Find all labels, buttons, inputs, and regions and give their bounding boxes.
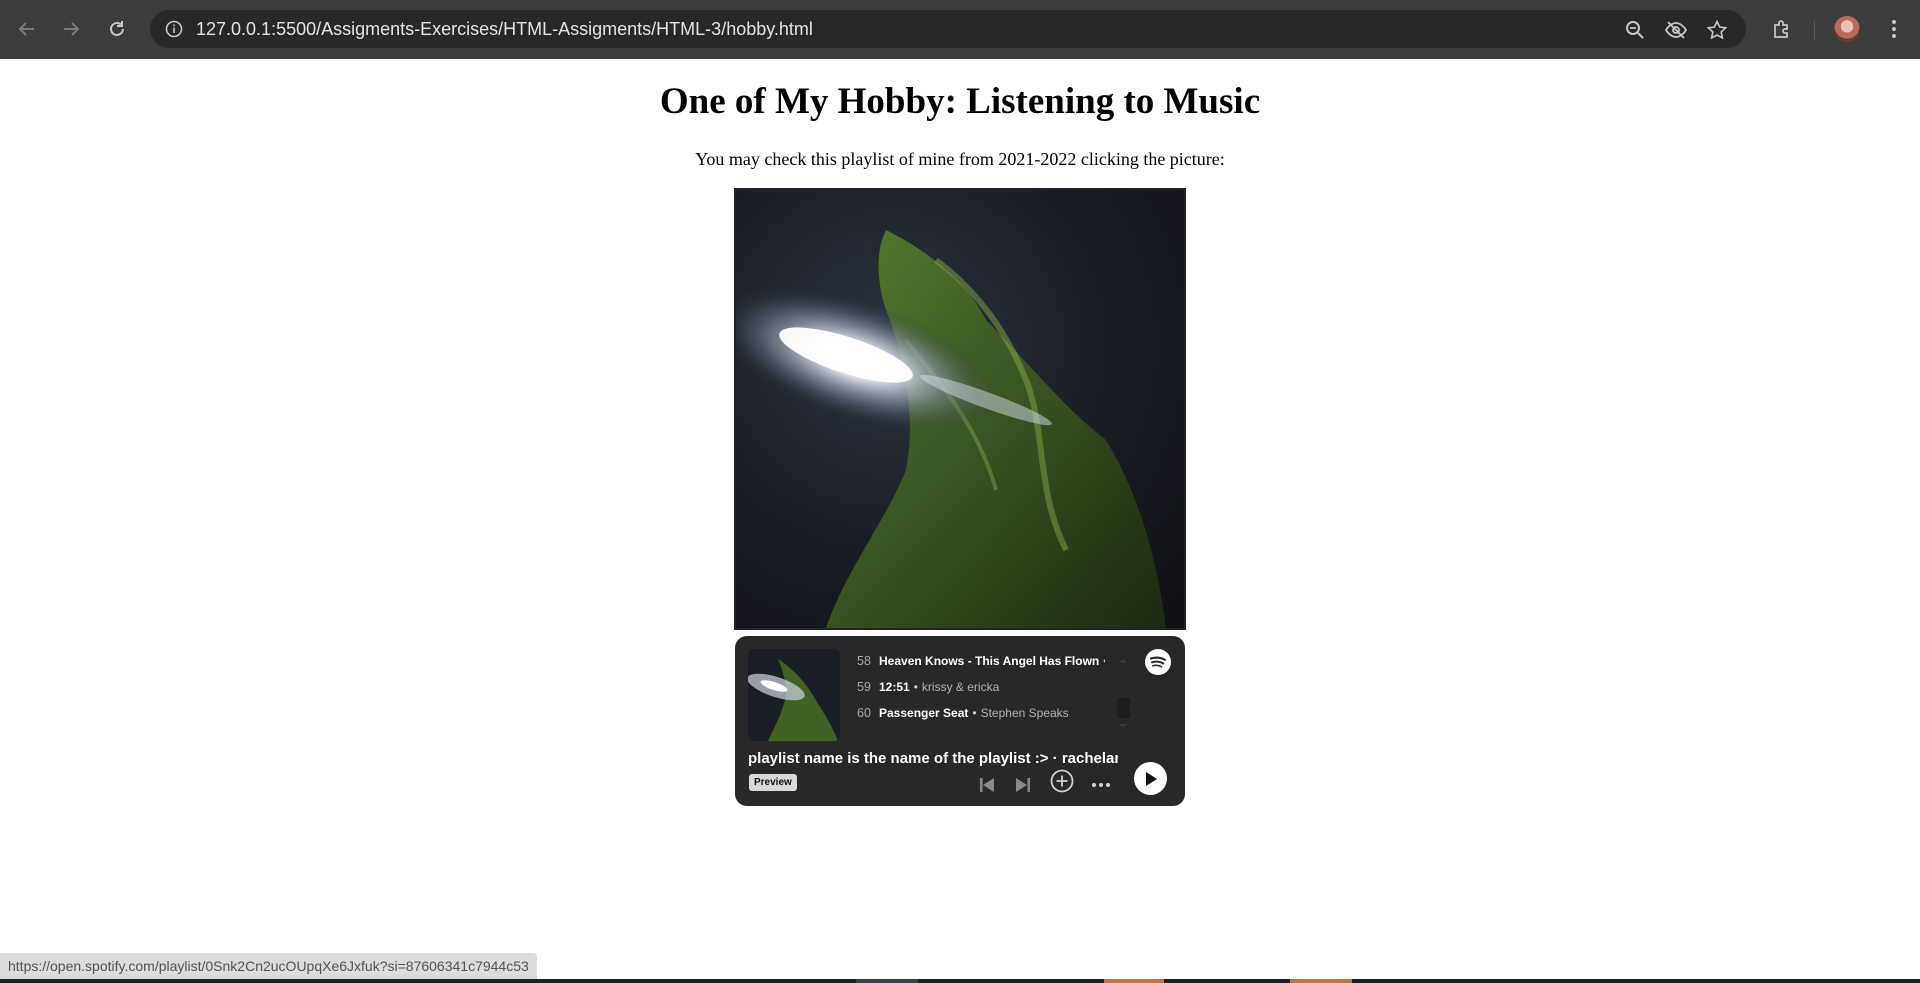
puzzle-icon[interactable] [1768,15,1796,43]
zoom-icon[interactable] [1624,19,1646,41]
track-row[interactable]: 58Heaven Knows - This Angel Has Flown•… [857,654,1123,676]
skip-back-icon [980,778,994,792]
back-button[interactable] [12,14,42,44]
track-list-scrollbar[interactable] [1117,698,1130,718]
spotify-logo-icon[interactable] [1145,649,1171,675]
track-title: Passenger Seat [879,706,969,720]
track-title: 12:51 [879,680,910,694]
reload-button[interactable] [102,14,132,44]
embed-cover-thumbnail[interactable] [748,649,840,741]
page-title: One of My Hobby: Listening to Music [659,81,1261,122]
separator-dot: • [972,706,977,720]
add-to-library-button[interactable] [1049,768,1075,794]
taskbar-strip [0,979,1920,983]
more-dots-icon [1092,783,1110,787]
track-artist: krissy & ericka [921,680,1000,694]
separator-dot: • [913,680,918,694]
reload-icon [110,21,124,36]
arrow-left-icon [18,22,34,36]
status-bar-link-preview: https://open.spotify.com/playlist/0Snk2C… [0,953,537,979]
track-artist: Stephen Speaks [980,706,1069,720]
forward-button[interactable] [56,14,86,44]
star-icon[interactable] [1706,19,1728,41]
info-icon[interactable] [164,19,184,39]
profile-avatar[interactable] [1834,16,1860,42]
scroll-up-arrow[interactable] [1119,659,1127,663]
skip-forward-icon [1016,778,1030,792]
url-text[interactable]: 127.0.0.1:5500/Assigments-Exercises/HTML… [196,19,813,40]
eye-off-icon[interactable] [1665,19,1687,41]
previous-track-button[interactable] [977,775,997,795]
spotify-embed-player[interactable]: 58Heaven Knows - This Angel Has Flown•… … [735,636,1185,806]
track-row[interactable]: 59 12:51 • krissy & ericka [857,680,999,702]
toolbar-separator [1814,20,1815,40]
track-title: Heaven Knows - This Angel Has Flown [879,654,1100,668]
scroll-down-arrow[interactable] [1119,724,1127,728]
track-list-fade [1105,652,1133,732]
playlist-cover-photo-link[interactable] [734,188,1186,630]
track-row[interactable]: 60 Passenger Seat • Stephen Speaks [857,706,1069,728]
more-options-button[interactable] [1090,775,1112,795]
next-track-button[interactable] [1013,775,1033,795]
play-button[interactable] [1134,762,1167,795]
preview-badge: Preview [749,774,797,791]
plus-circle-icon [1050,769,1074,793]
track-number: 60 [857,706,871,720]
kebab-menu-icon[interactable] [1880,15,1908,43]
arrow-right-icon [64,22,80,36]
track-number: 59 [857,680,871,694]
play-icon [1145,771,1157,786]
playlist-name[interactable]: playlist name is the name of the playlis… [748,750,1118,767]
browser-toolbar: 127.0.0.1:5500/Assigments-Exercises/HTML… [0,0,1920,59]
page-subtitle: You may check this playlist of mine from… [695,149,1225,169]
address-bar[interactable]: 127.0.0.1:5500/Assigments-Exercises/HTML… [150,10,1746,48]
track-number: 58 [857,654,871,668]
night-sky-photo [736,190,1184,628]
